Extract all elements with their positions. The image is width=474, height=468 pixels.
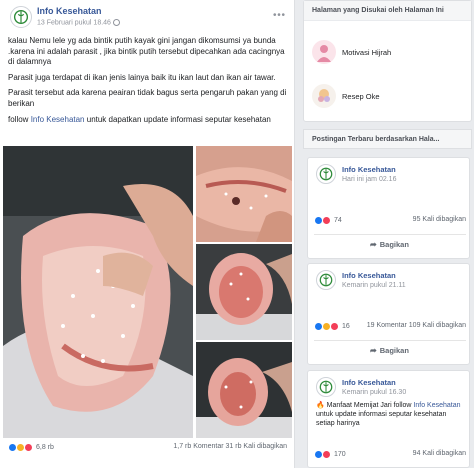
card-timestamp[interactable]: Kemarin pukul 21.11: [342, 282, 406, 289]
recent-post-card: Info Kesehatan Kemarin pukul 21.11 16 19…: [307, 263, 470, 365]
facebook-page: Info Kesehatan 13 Februari pukul 18.46 •…: [0, 0, 474, 468]
card-stats: 74 95 Kali dibagikan: [314, 216, 466, 228]
card-stats: 16 19 Komentar 109 Kali dibagikan: [314, 322, 466, 334]
post-header: Info Kesehatan 13 Februari pukul 18.46 •…: [0, 0, 294, 34]
globe-icon: [112, 19, 120, 26]
more-dots-icon[interactable]: • • •: [273, 10, 285, 21]
post-text: kalau Nemu lele yg ada bintik putih kaya…: [8, 36, 290, 130]
post-footer: 6,8 rb 1,7 rb Komentar 31 rb Kali dibagi…: [0, 440, 295, 456]
share-button[interactable]: ➦ Bagikan: [308, 346, 471, 360]
card-divider: [314, 234, 466, 235]
love-reaction-icon: [322, 450, 331, 459]
post-paragraph: Parasit juga terdapat di ikan jenis lain…: [8, 72, 276, 82]
post-timestamp[interactable]: 13 Februari pukul 18.46: [37, 19, 120, 26]
liked-page-avatar: [312, 84, 336, 108]
recent-posts-title: Postingan Terbaru berdasarkan Hala...: [303, 129, 472, 149]
post-paragraph: kalau Nemu lele yg ada bintik putih kaya…: [8, 36, 285, 67]
card-share-count[interactable]: 94 Kali dibagikan: [413, 450, 466, 457]
liked-page-name[interactable]: Motivasi Hijrah: [342, 48, 391, 57]
share-label: Bagikan: [379, 346, 409, 355]
share-arrow-icon: ➦: [370, 346, 377, 355]
photo-grid: [3, 146, 292, 438]
liked-page-item[interactable]: Motivasi Hijrah: [304, 35, 471, 73]
card-divider: [314, 340, 466, 341]
love-reaction-icon: [330, 322, 339, 331]
card-reaction-count: 16: [342, 323, 350, 330]
share-arrow-icon: ➦: [370, 240, 377, 249]
card-stats: 170 94 Kali dibagikan: [314, 450, 466, 462]
liked-pages-box: Halaman yang Disukai oleh Halaman Ini Mo…: [303, 0, 472, 122]
card-timestamp[interactable]: Hari ini jam 02.16: [342, 176, 396, 183]
card-post-text: 🔥 Manfaat Memijat Jari follow Info Keseh…: [316, 401, 466, 428]
card-text-suffix: untuk update informasi seputar kesehatan…: [316, 411, 447, 427]
liked-page-avatar: [312, 40, 336, 64]
recent-post-card: Info Kesehatan Hari ini jam 02.16 74 95 …: [307, 157, 470, 259]
follow-suffix: untuk dapatkan update informasi seputar …: [84, 114, 271, 124]
page-avatar-icon[interactable]: [316, 270, 336, 290]
liked-pages-title: Halaman yang Disukai oleh Halaman Ini: [304, 1, 471, 21]
page-avatar-icon[interactable]: [316, 377, 336, 397]
card-reactions[interactable]: 74: [314, 216, 342, 225]
card-reaction-count: 74: [334, 217, 342, 224]
recent-post-card: Info Kesehatan Kemarin pukul 16.30 🔥 Man…: [307, 370, 470, 468]
follow-prefix: follow: [8, 114, 31, 124]
fish-photo-main[interactable]: [3, 146, 193, 438]
card-timestamp[interactable]: Kemarin pukul 16.30: [342, 389, 406, 396]
card-share-count[interactable]: 95 Kali dibagikan: [413, 216, 466, 223]
reaction-count: 6,8 rb: [36, 444, 54, 451]
post-card: Info Kesehatan 13 Februari pukul 18.46 •…: [0, 0, 295, 468]
card-reactions[interactable]: 16: [314, 322, 350, 331]
share-button[interactable]: ➦ Bagikan: [308, 240, 471, 254]
follow-page-link[interactable]: Info Kesehatan: [31, 115, 85, 124]
page-avatar-icon[interactable]: [10, 6, 32, 28]
fish-photo-middle[interactable]: [196, 244, 292, 340]
love-reaction-icon: [322, 216, 331, 225]
share-label: Bagikan: [379, 240, 409, 249]
card-page-name[interactable]: Info Kesehatan: [342, 165, 396, 174]
fish-photo-top[interactable]: [196, 146, 292, 242]
page-avatar-icon[interactable]: [316, 164, 336, 184]
post-follow-line: follow Info Kesehatan untuk dapatkan upd…: [8, 115, 290, 126]
card-reaction-count: 170: [334, 451, 346, 458]
card-text-link[interactable]: Info Kesehatan: [413, 402, 460, 409]
post-stats[interactable]: 1,7 rb Komentar 31 rb Kali dibagikan: [173, 443, 287, 450]
post-time-text: 13 Februari pukul 18.46: [37, 19, 111, 27]
love-reaction-icon: [24, 443, 33, 452]
card-page-name[interactable]: Info Kesehatan: [342, 378, 396, 387]
post-paragraph: Parasit tersebut ada karena peairan tida…: [8, 88, 287, 108]
card-text-prefix: 🔥 Manfaat Memijat Jari follow: [316, 402, 414, 409]
liked-page-name[interactable]: Resep Oke: [342, 92, 380, 101]
card-reactions[interactable]: 170: [314, 450, 346, 459]
page-name-link[interactable]: Info Kesehatan: [37, 6, 102, 16]
card-page-name[interactable]: Info Kesehatan: [342, 271, 396, 280]
card-comment-share-count[interactable]: 19 Komentar 109 Kali dibagikan: [367, 322, 466, 329]
fish-photo-bottom[interactable]: [196, 342, 292, 438]
liked-page-item[interactable]: Resep Oke: [304, 79, 471, 117]
reaction-summary[interactable]: 6,8 rb: [8, 443, 54, 452]
